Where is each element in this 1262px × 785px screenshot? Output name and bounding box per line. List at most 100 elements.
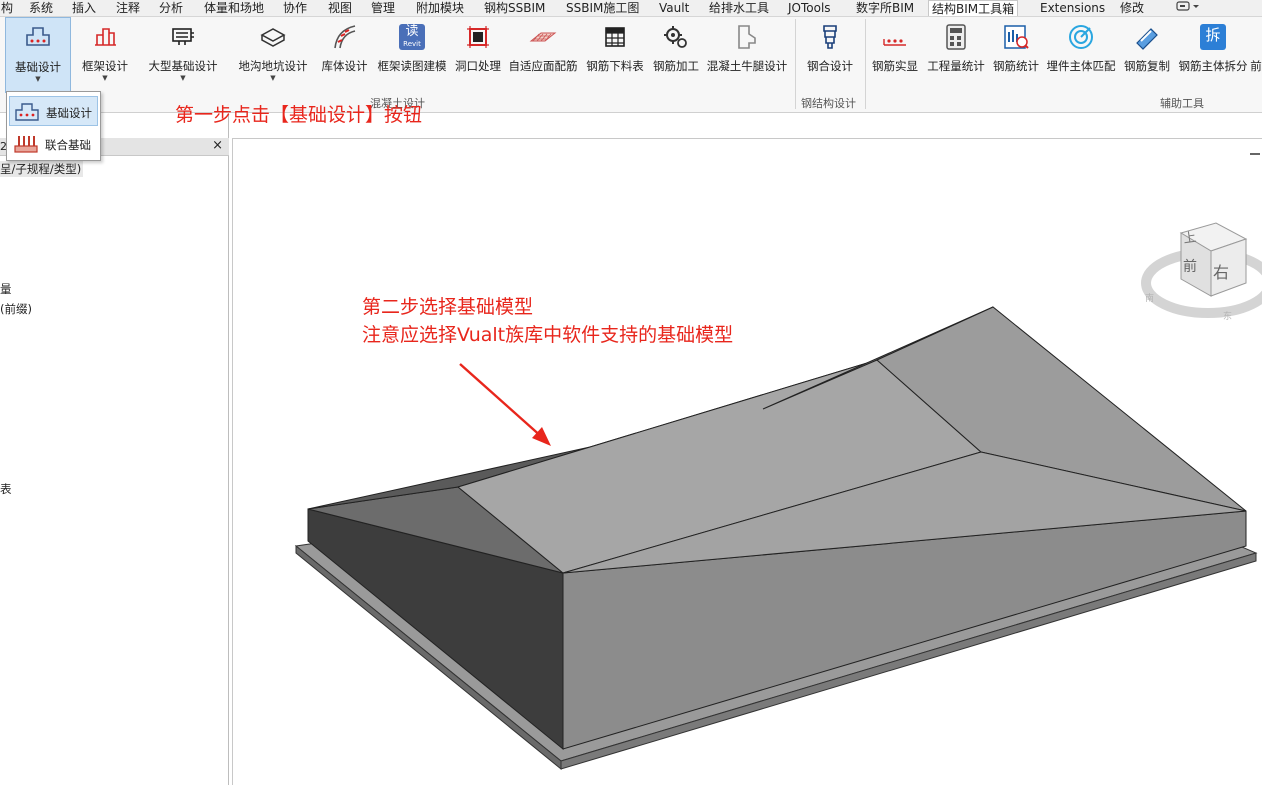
embed-match-label: 埋件主体匹配 xyxy=(1046,59,1116,73)
rebar-copy-label: 钢筋复制 xyxy=(1124,59,1170,73)
embed-match-button[interactable]: 埋件主体匹配 xyxy=(1044,17,1118,93)
compass-east-label: 东 xyxy=(1223,312,1233,322)
step2-annotation-line1: 第二步选择基础模型 xyxy=(362,296,534,318)
rebar-split-button[interactable]: 拆 钢筋主体拆分 xyxy=(1176,17,1250,93)
more-label: 前 xyxy=(1250,59,1262,73)
trench-icon xyxy=(260,28,286,47)
combined-foundation-icon xyxy=(14,136,38,153)
adaptive-rebar-button[interactable]: 自适应面配筋 xyxy=(506,17,580,93)
corbel-design-button[interactable]: 混凝土牛腿设计 xyxy=(704,17,790,93)
tab-view[interactable]: 视图 xyxy=(325,0,355,16)
foundation-icon xyxy=(26,27,50,46)
more-button[interactable]: 前 xyxy=(1250,17,1262,93)
tab-manage[interactable]: 管理 xyxy=(368,0,398,16)
panel-separator xyxy=(795,19,796,109)
rebar-display-label: 钢筋实显 xyxy=(872,59,918,73)
frame-read-model-button[interactable]: 读 Revit 框架读图建模 xyxy=(374,17,450,93)
tab-modify[interactable]: 修改 xyxy=(1117,0,1147,16)
rebar-copy-button[interactable]: 钢筋复制 xyxy=(1120,17,1174,93)
rebar-stats-button[interactable]: 钢筋统计 xyxy=(990,17,1042,93)
steel-icon xyxy=(823,25,837,49)
3d-view[interactable]: 上 前 右 南 东 xyxy=(232,138,1262,785)
warehouse-design-button[interactable]: 库体设计 xyxy=(317,17,372,93)
window-switch-icon xyxy=(1176,1,1199,11)
adaptive-rebar-label: 自适应面配筋 xyxy=(508,59,578,73)
dropdown-caret-icon: ▼ xyxy=(180,74,186,82)
foundation-design-button[interactable]: 基础设计 ▼ xyxy=(5,17,71,93)
frame-design-label: 框架设计 xyxy=(82,59,128,73)
trench-pit-label: 地沟地坑设计 xyxy=(238,59,308,73)
compass-south-label: 南 xyxy=(1145,294,1155,304)
rebar-process-button[interactable]: 钢筋加工 xyxy=(650,17,702,93)
frame-read-model-label: 框架读图建模 xyxy=(377,59,447,73)
corbel-design-label: 混凝土牛腿设计 xyxy=(706,59,788,73)
rebar-stats-label: 钢筋统计 xyxy=(993,59,1039,73)
tab-plumbing[interactable]: 给排水工具 xyxy=(706,0,772,16)
close-icon[interactable]: × xyxy=(212,138,223,153)
steel-design-button[interactable]: 钢合设计 xyxy=(800,17,860,93)
large-foundation-icon xyxy=(172,28,194,45)
rebar-display-icon xyxy=(883,39,906,46)
opening-label: 洞口处理 xyxy=(455,59,501,73)
frame-design-button[interactable]: 框架设计 ▼ xyxy=(74,17,136,93)
panel-row-quantity[interactable]: 量 xyxy=(0,281,12,297)
embed-match-icon xyxy=(1069,25,1093,49)
adaptive-rebar-icon xyxy=(529,32,557,42)
tab-structure[interactable]: 构 xyxy=(0,0,16,16)
tab-system[interactable]: 系统 xyxy=(26,0,56,16)
viewcube-top-label: 上 xyxy=(1182,230,1198,247)
tab-vault[interactable]: Vault xyxy=(656,0,692,16)
tab-analyze[interactable]: 分析 xyxy=(156,0,186,16)
rebar-process-label: 钢筋加工 xyxy=(653,59,699,73)
opening-button[interactable]: 洞口处理 xyxy=(452,17,504,93)
tab-overflow[interactable] xyxy=(1172,0,1204,16)
menu-item-label: 基础设计 xyxy=(46,106,92,120)
foundation-icon xyxy=(15,103,39,121)
tab-ssbim-drawing[interactable]: SSBIM施工图 xyxy=(563,0,642,16)
foundation-design-label: 基础设计 xyxy=(15,60,61,74)
corbel-icon xyxy=(738,25,756,49)
tab-annotate[interactable]: 注释 xyxy=(113,0,143,16)
panel-separator xyxy=(865,19,866,109)
warehouse-design-label: 库体设计 xyxy=(321,59,368,73)
tab-collaborate[interactable]: 协作 xyxy=(280,0,310,16)
tab-jotools[interactable]: JOTools xyxy=(785,0,834,16)
menu-item-label: 联合基础 xyxy=(45,138,91,152)
rebar-cutting-icon xyxy=(605,27,625,47)
panel-row-prefix[interactable]: (前缀) xyxy=(0,301,32,317)
panel-row-table[interactable]: 表 xyxy=(0,481,12,497)
large-foundation-button[interactable]: 大型基础设计 ▼ xyxy=(142,17,224,93)
trench-pit-button[interactable]: 地沟地坑设计 ▼ xyxy=(232,17,314,93)
rebar-process-icon xyxy=(664,26,687,48)
read-badge: 读 xyxy=(405,24,419,39)
tab-ssbim[interactable]: 钢构SSBIM xyxy=(481,0,548,16)
foundation-model[interactable] xyxy=(233,139,1262,785)
steel-design-label: 钢合设计 xyxy=(807,59,853,73)
properties-panel: 2 × 呈/子规程/类型) 量 (前缀) 表 xyxy=(0,113,229,785)
step2-annotation-line2: 注意应选择Vualt族库中软件支持的基础模型 xyxy=(362,324,734,346)
tab-digital-bim[interactable]: 数字所BIM xyxy=(853,0,917,16)
revit-window: 构 系统 插入 注释 分析 体量和场地 协作 视图 管理 附加模块 钢构SSBI… xyxy=(0,0,1262,785)
tab-insert[interactable]: 插入 xyxy=(69,0,99,16)
menu-item-combined-foundation[interactable]: 联合基础 xyxy=(9,129,98,159)
rebar-display-button[interactable]: 钢筋实显 xyxy=(868,17,922,93)
rebar-stats-icon xyxy=(1004,25,1029,49)
tab-massing[interactable]: 体量和场地 xyxy=(201,0,267,16)
tab-extensions[interactable]: Extensions xyxy=(1037,0,1108,16)
tab-addins[interactable]: 附加模块 xyxy=(413,0,467,16)
step1-annotation: 第一步点击【基础设计】按钮 xyxy=(175,104,423,126)
menu-item-foundation-design[interactable]: 基础设计 xyxy=(9,96,98,126)
viewcube-right-label[interactable]: 右 xyxy=(1213,259,1229,283)
panel-aux-label: 辅助工具 xyxy=(1160,97,1204,110)
tab-structure-bim-toolbox[interactable]: 结构BIM工具箱 xyxy=(928,0,1019,16)
rebar-cutting-label: 钢筋下料表 xyxy=(586,59,644,73)
quantity-icon xyxy=(946,24,966,50)
dropdown-caret-icon: ▼ xyxy=(270,74,276,82)
rebar-cutting-button[interactable]: 钢筋下料表 xyxy=(582,17,648,93)
quantity-stats-label: 工程量统计 xyxy=(927,59,985,73)
dropdown-caret-icon: ▼ xyxy=(102,74,108,82)
viewcube-front-label[interactable]: 前 xyxy=(1183,256,1197,276)
quantity-stats-button[interactable]: 工程量统计 xyxy=(924,17,988,93)
panel-row-type[interactable]: 呈/子规程/类型) xyxy=(0,161,84,177)
rebar-copy-icon xyxy=(1136,28,1158,50)
